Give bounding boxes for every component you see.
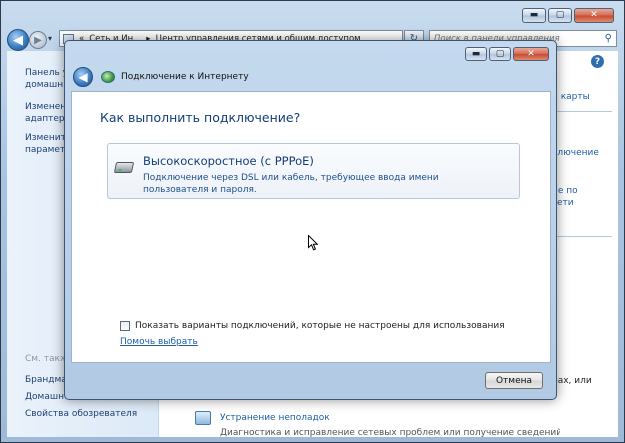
cancel-button[interactable]: Отмена	[485, 372, 543, 389]
see-also-heading: См. такж	[25, 354, 69, 364]
minimize-button[interactable]: ▬	[522, 8, 546, 23]
dialog-heading: Как выполнить подключение?	[100, 110, 301, 125]
dialog-caption-buttons: ▬ ▢ ✕	[465, 47, 549, 61]
window-caption-buttons: ▬ ▢ ✕	[522, 8, 614, 23]
forward-button[interactable]: ▶	[29, 31, 47, 49]
dialog-close-button[interactable]: ✕	[513, 47, 549, 61]
link-change-sharing-settings[interactable]: Изменит	[25, 132, 66, 144]
modem-led	[118, 169, 122, 171]
dialog-minimize-button[interactable]: ▬	[465, 47, 487, 61]
link-homegroup[interactable]: Домашн	[25, 391, 64, 403]
link-internet-options[interactable]: Свойства обозревателя	[25, 408, 137, 420]
troubleshoot-description: Диагностика и исправление сетевых пробле…	[220, 428, 560, 438]
show-unconfigured-checkbox[interactable]	[120, 321, 130, 331]
network-globe-icon	[101, 71, 115, 83]
maximize-button[interactable]: ▢	[548, 8, 572, 23]
pppoe-option-title: Высокоскоростное (с PPPoE)	[143, 154, 314, 168]
dialog-body: Как выполнить подключение? Высокоскорост…	[71, 91, 551, 363]
dialog-title: Подключение к Интернету	[121, 72, 249, 82]
link-firewall[interactable]: Брандма	[25, 374, 67, 386]
right-pane-divider	[552, 111, 612, 112]
link-control-panel-home[interactable]: Панель у	[25, 67, 68, 79]
close-button[interactable]: ✕	[574, 8, 614, 23]
link-change-adapter-settings[interactable]: Изменен	[25, 101, 66, 113]
pppoe-option-description: Подключение через DSL или кабель, требую…	[143, 173, 439, 195]
show-unconfigured-label[interactable]: Показать варианты подключений, которые н…	[135, 321, 505, 331]
right-pane-text-bottom: рах, или	[552, 376, 592, 386]
right-pane-divider-2	[552, 236, 612, 237]
help-icon[interactable]: ?	[591, 55, 604, 68]
window-titlebar: ▬ ▢ ✕	[1, 1, 624, 29]
right-pane-text-connection[interactable]: ключение	[552, 147, 599, 159]
mouse-cursor-icon	[308, 235, 318, 251]
right-pane-text-map[interactable]: и карты	[552, 91, 590, 103]
link-control-panel-home-cont[interactable]: домашн	[25, 79, 63, 91]
troubleshoot-icon	[195, 411, 211, 425]
dialog-maximize-button[interactable]: ▢	[489, 47, 511, 61]
troubleshoot-link[interactable]: Устранение неполадок	[220, 413, 330, 423]
dialog-footer: Отмена	[71, 363, 551, 395]
dialog-header: ◀ Подключение к Интернету	[70, 63, 551, 91]
back-button[interactable]: ◀	[7, 29, 29, 51]
link-change-adapter-settings-cont[interactable]: адаптер	[25, 113, 65, 125]
search-icon[interactable]: ⚲	[605, 33, 612, 44]
pppoe-option[interactable]: Высокоскоростное (с PPPoE) Подключение ч…	[107, 143, 520, 199]
dialog-back-button[interactable]: ◀	[73, 67, 93, 87]
connect-to-internet-dialog: ▬ ▢ ✕ ◀ Подключение к Интернету Как выпо…	[64, 40, 557, 400]
help-me-choose-link[interactable]: Помочь выбрать	[120, 337, 198, 347]
modem-icon	[113, 162, 135, 173]
recent-pages-dropdown[interactable]: ▾	[48, 34, 52, 43]
